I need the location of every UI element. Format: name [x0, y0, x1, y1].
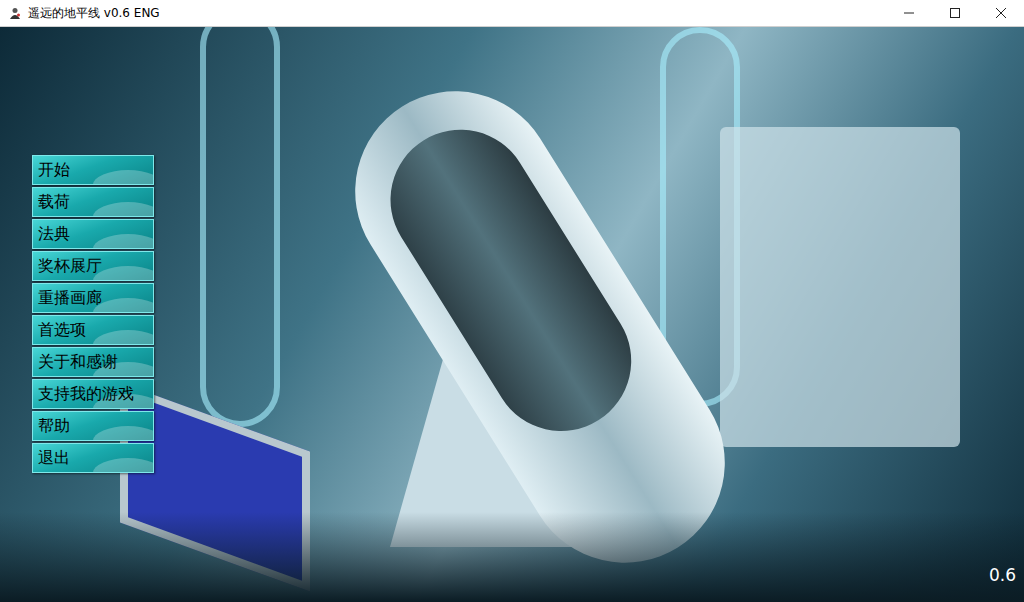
- menu-item-label: 关于和感谢: [38, 351, 118, 373]
- menu-item-label: 重播画廊: [38, 287, 102, 309]
- menu-item-label: 奖杯展厅: [38, 255, 102, 277]
- menu-item-sheen: [93, 330, 154, 345]
- menu-item-label: 首选项: [38, 319, 86, 341]
- close-icon[interactable]: [978, 0, 1024, 26]
- background-ring: [200, 27, 280, 427]
- menu-item[interactable]: 奖杯展厅: [32, 251, 154, 281]
- menu-item[interactable]: 开始: [32, 155, 154, 185]
- menu-item-label: 帮助: [38, 415, 70, 437]
- menu-item[interactable]: 支持我的游戏: [32, 379, 154, 409]
- menu-item-label: 退出: [38, 447, 70, 469]
- menu-item-label: 开始: [38, 159, 70, 181]
- title-bar: 遥远的地平线 v0.6 ENG: [0, 0, 1024, 27]
- menu-item-label: 载荷: [38, 191, 70, 213]
- version-label: 0.6: [989, 567, 1016, 584]
- floor-shade: [0, 512, 1024, 602]
- game-scene: 开始载荷法典奖杯展厅重播画廊首选项关于和感谢支持我的游戏帮助退出 0.6: [0, 27, 1024, 602]
- menu-item[interactable]: 载荷: [32, 187, 154, 217]
- menu-item-sheen: [93, 458, 154, 473]
- background-cabinet: [720, 127, 960, 447]
- app-icon: [8, 6, 22, 20]
- menu-item[interactable]: 关于和感谢: [32, 347, 154, 377]
- pod-glass: [364, 103, 658, 457]
- menu-item-sheen: [93, 266, 154, 281]
- main-menu: 开始载荷法典奖杯展厅重播画廊首选项关于和感谢支持我的游戏帮助退出: [0, 27, 154, 473]
- window-title: 遥远的地平线 v0.6 ENG: [28, 7, 160, 19]
- maximize-icon[interactable]: [932, 0, 978, 26]
- menu-item-sheen: [93, 170, 154, 185]
- menu-item[interactable]: 退出: [32, 443, 154, 473]
- menu-item[interactable]: 重播画廊: [32, 283, 154, 313]
- menu-item-sheen: [93, 202, 154, 217]
- menu-item-sheen: [93, 426, 154, 441]
- menu-item-label: 法典: [38, 223, 70, 245]
- menu-item[interactable]: 首选项: [32, 315, 154, 345]
- window-controls: [886, 0, 1024, 26]
- menu-item-sheen: [93, 298, 154, 313]
- minimize-icon[interactable]: [886, 0, 932, 26]
- menu-item-sheen: [93, 234, 154, 249]
- menu-item-label: 支持我的游戏: [38, 383, 134, 405]
- menu-item[interactable]: 帮助: [32, 411, 154, 441]
- menu-item[interactable]: 法典: [32, 219, 154, 249]
